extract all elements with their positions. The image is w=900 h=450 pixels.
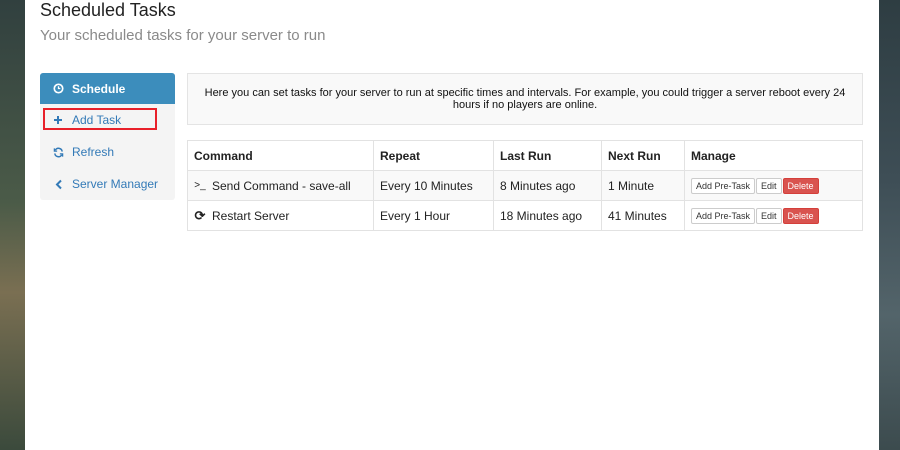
clock-icon: [52, 83, 64, 95]
background-right: [879, 0, 900, 450]
table-row: >_ Send Command - save-all Every 10 Minu…: [187, 170, 863, 201]
command-cell: >_ Send Command - save-all: [187, 170, 374, 201]
table-row: ⟳ Restart Server Every 1 Hour 18 Minutes…: [187, 200, 863, 231]
refresh-icon: ⟳: [194, 207, 206, 223]
delete-button[interactable]: Delete: [782, 177, 819, 194]
sidebar-item-label: Server Manager: [72, 177, 159, 191]
manage-cell: Add Pre-Task Edit Delete: [684, 170, 863, 201]
add-pre-task-button[interactable]: Add Pre-Task: [691, 207, 756, 224]
column-header-repeat: Repeat: [373, 140, 494, 171]
column-header-manage: Manage: [684, 140, 863, 171]
table-header-row: Command Repeat Last Run Next Run Manage: [187, 140, 863, 171]
edit-button[interactable]: Edit: [756, 207, 782, 224]
sidebar-item-label: Refresh: [72, 145, 115, 159]
tasks-table: Command Repeat Last Run Next Run Manage …: [187, 140, 863, 231]
command-cell: ⟳ Restart Server: [187, 200, 374, 231]
sidebar: Schedule Add Task Refresh Server Manager: [40, 73, 175, 200]
refresh-icon: [52, 146, 64, 158]
column-header-command: Command: [187, 140, 374, 171]
next-run-cell: 41 Minutes: [601, 200, 685, 231]
info-message: Here you can set tasks for your server t…: [187, 73, 863, 125]
last-run-cell: 8 Minutes ago: [493, 170, 602, 201]
command-text: Send Command - save-all: [212, 178, 351, 193]
next-run-cell: 1 Minute: [601, 170, 685, 201]
column-header-next-run: Next Run: [601, 140, 685, 171]
sidebar-item-add-task[interactable]: Add Task: [40, 104, 175, 136]
command-text: Restart Server: [212, 208, 290, 223]
sidebar-item-refresh[interactable]: Refresh: [40, 136, 175, 168]
sidebar-item-label: Add Task: [72, 113, 122, 127]
terminal-icon: >_: [194, 180, 206, 191]
page-title: Scheduled Tasks: [40, 0, 176, 20]
delete-button[interactable]: Delete: [782, 207, 819, 224]
sidebar-item-server-manager[interactable]: Server Manager: [40, 168, 175, 200]
edit-button[interactable]: Edit: [756, 177, 782, 194]
sidebar-item-label: Schedule: [72, 81, 126, 96]
main-panel: Scheduled Tasks Your scheduled tasks for…: [25, 0, 879, 450]
page-subtitle: Your scheduled tasks for your server to …: [40, 27, 326, 44]
chevron-left-icon: [52, 178, 64, 190]
background-left: [0, 0, 25, 450]
manage-cell: Add Pre-Task Edit Delete: [684, 200, 863, 231]
plus-icon: [52, 114, 64, 126]
repeat-cell: Every 1 Hour: [373, 200, 494, 231]
repeat-cell: Every 10 Minutes: [373, 170, 494, 201]
last-run-cell: 18 Minutes ago: [493, 200, 602, 231]
column-header-last-run: Last Run: [493, 140, 602, 171]
add-pre-task-button[interactable]: Add Pre-Task: [691, 177, 756, 194]
sidebar-item-schedule[interactable]: Schedule: [40, 73, 175, 104]
